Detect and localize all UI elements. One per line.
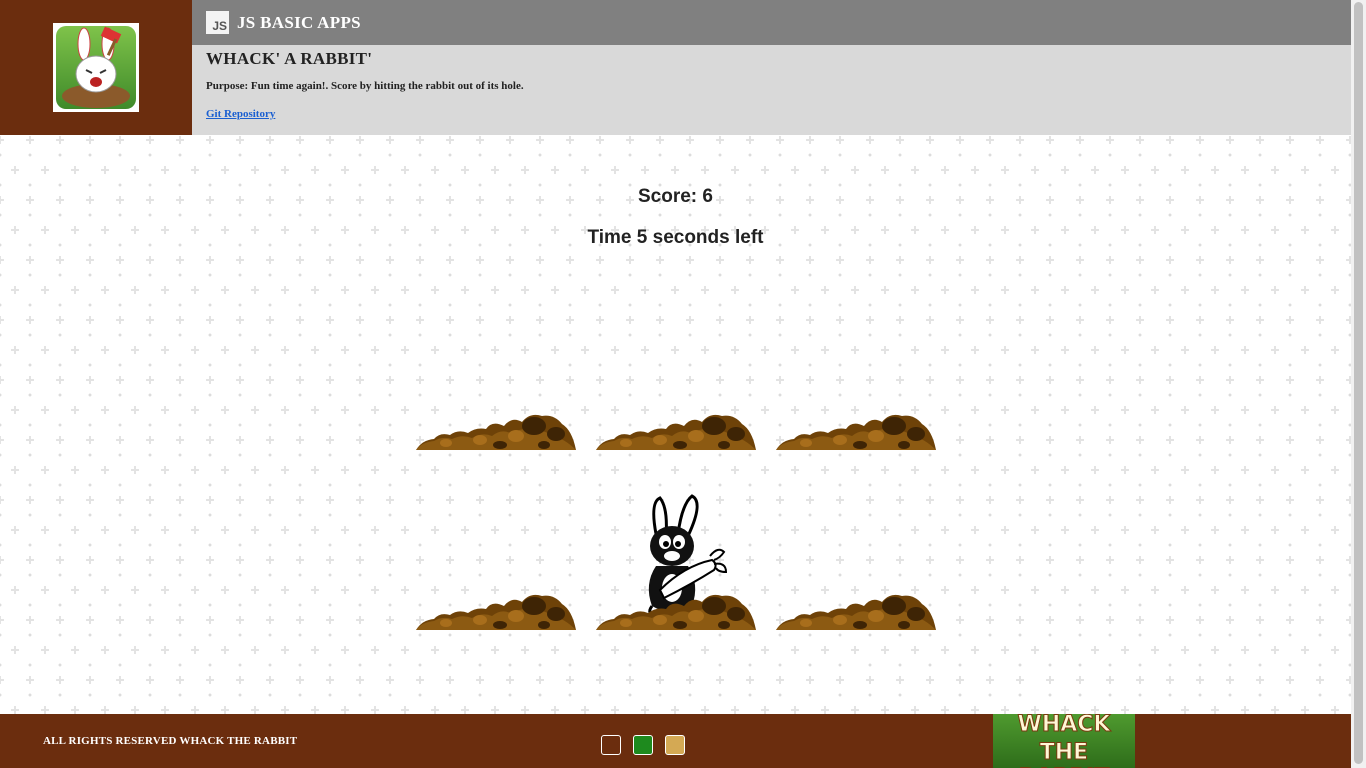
dirt-mound-icon <box>596 594 756 630</box>
git-repository-link[interactable]: Git Repository <box>206 108 275 120</box>
rabbit-hole[interactable] <box>416 450 576 630</box>
footer-rights-text: ALL RIGHTS RESERVED WHACK THE RABBIT <box>43 735 298 747</box>
theme-brown-swatch[interactable] <box>601 735 621 755</box>
rabbit-hole[interactable] <box>596 450 756 630</box>
brand-line-1: WHACK <box>1017 714 1111 738</box>
score-display: Score: 6 <box>638 186 713 207</box>
rabbit-hole[interactable] <box>776 450 936 630</box>
page-header: JS JS BASIC APPS WHACK' A RABBIT' Purpos… <box>0 0 1351 135</box>
game-area: Score: 6 Time 5 seconds left <box>0 135 1351 714</box>
js-logo-icon: JS <box>206 11 229 34</box>
dirt-mound-icon <box>416 414 576 450</box>
purpose-text: Purpose: Fun time again!. Score by hitti… <box>206 80 524 92</box>
theme-green-swatch[interactable] <box>633 735 653 755</box>
hole-grid <box>416 270 936 632</box>
timer-display: Time 5 seconds left <box>587 227 764 248</box>
rabbit-hole[interactable] <box>596 270 756 450</box>
theme-tan-swatch[interactable] <box>665 735 685 755</box>
rabbit-logo-icon <box>62 26 130 108</box>
logo-panel <box>0 0 192 135</box>
dirt-mound-icon <box>776 594 936 630</box>
rabbit-hole[interactable] <box>416 270 576 450</box>
brand-logo: WHACK THE RABBIT <box>993 714 1135 768</box>
page-footer: ALL RIGHTS RESERVED WHACK THE RABBIT WHA… <box>0 714 1351 768</box>
dirt-mound-icon <box>596 414 756 450</box>
app-info-bar: WHACK' A RABBIT' Purpose: Fun time again… <box>192 45 1351 135</box>
app-topbar: JS JS BASIC APPS <box>192 0 1351 45</box>
page-scrollbar[interactable] <box>1351 0 1366 768</box>
page-title: WHACK' A RABBIT' <box>206 49 373 68</box>
game-logo-image <box>53 23 139 112</box>
scrollbar-thumb[interactable] <box>1354 2 1363 764</box>
rabbit-hole[interactable] <box>776 270 936 450</box>
dirt-mound-icon <box>776 414 936 450</box>
app-title: JS BASIC APPS <box>237 12 361 32</box>
brand-line-2: THE RABBIT <box>1018 740 1110 768</box>
dirt-mound-icon <box>416 594 576 630</box>
